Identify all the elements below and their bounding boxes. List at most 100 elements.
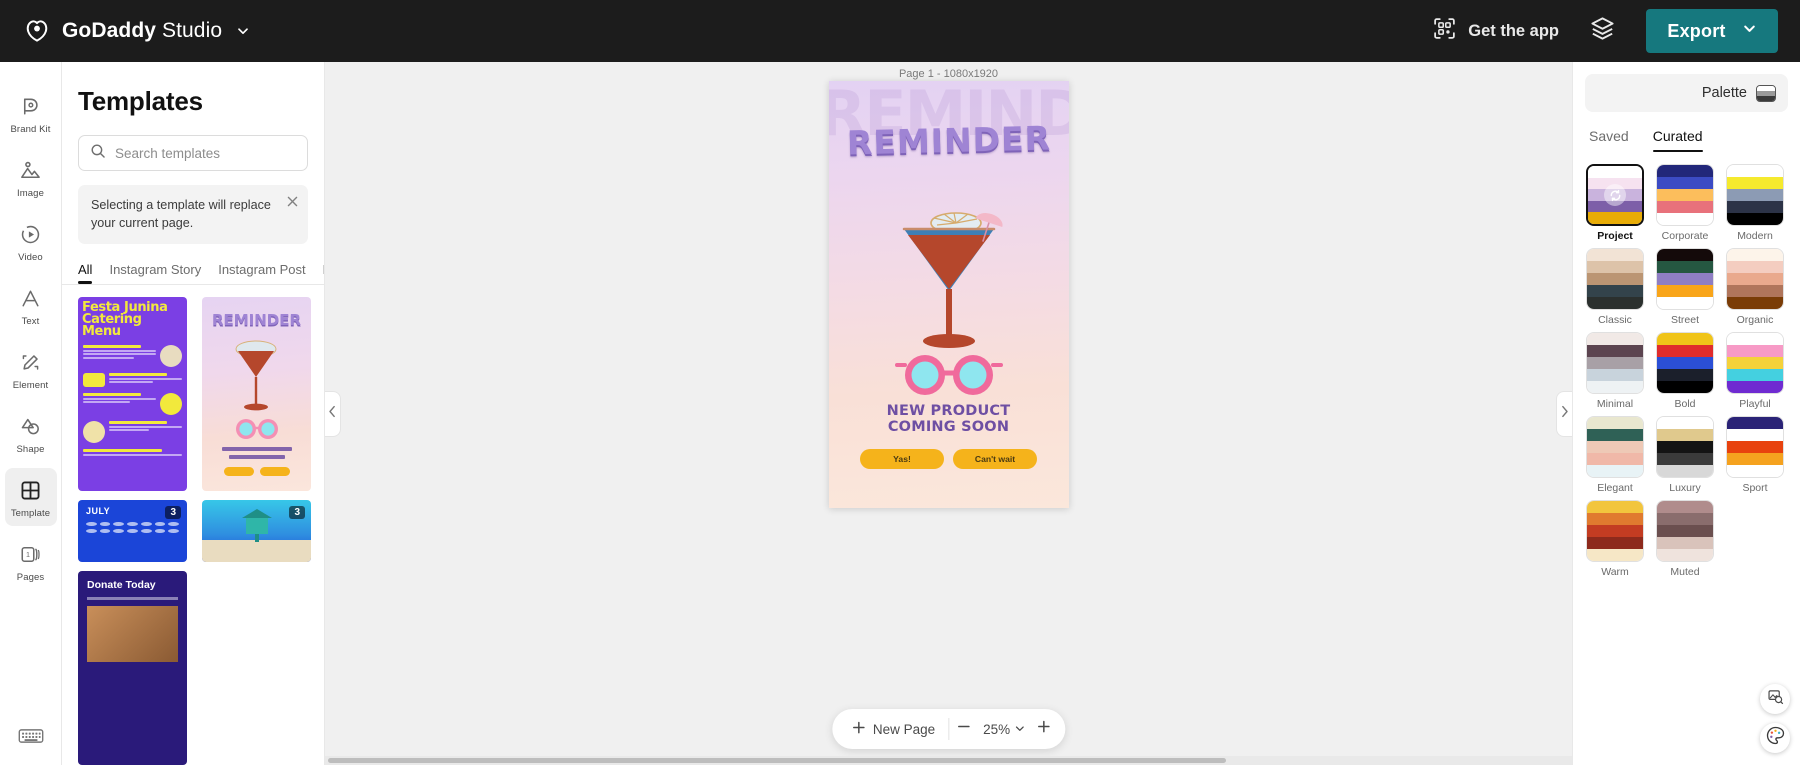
left-rail: Brand Kit Image Video Text Element Shape… <box>0 62 62 765</box>
sidebar-item-brand-kit[interactable]: Brand Kit <box>5 84 57 142</box>
plus-icon <box>1037 719 1052 739</box>
palette-item-playful[interactable]: Playful <box>1725 332 1785 410</box>
palette-item-bold[interactable]: Bold <box>1655 332 1715 410</box>
palette-name: Modern <box>1737 230 1773 242</box>
palette-item-muted[interactable]: Muted <box>1655 500 1715 578</box>
svg-text:1: 1 <box>26 551 30 559</box>
collapse-left-panel-button[interactable] <box>325 390 341 437</box>
shape-icon <box>18 413 44 439</box>
thumb-title: Donate Today <box>87 578 156 591</box>
get-the-app-button[interactable]: Get the app <box>1432 16 1559 46</box>
artboard-title[interactable]: REMINDER <box>829 118 1069 163</box>
palette-item-organic[interactable]: Organic <box>1725 248 1785 326</box>
export-button[interactable]: Export <box>1646 9 1778 53</box>
page-title: Templates <box>78 86 203 116</box>
tab-curated[interactable]: Curated <box>1652 128 1703 152</box>
palette-swatch <box>1586 164 1644 226</box>
thumb-artwork <box>222 340 292 476</box>
thumb-rule <box>87 596 178 600</box>
top-bar: GoDaddy Studio Get the app Export <box>0 0 1800 62</box>
close-icon[interactable] <box>286 195 299 213</box>
sidebar-item-text[interactable]: Text <box>5 276 57 334</box>
brand-menu[interactable]: GoDaddy Studio <box>22 16 250 46</box>
sunglasses-illustration[interactable] <box>893 353 1005 399</box>
sidebar-label: Element <box>12 380 49 391</box>
sidebar-item-video[interactable]: Video <box>5 212 57 270</box>
cta-primary-button[interactable]: Yas! <box>860 449 944 469</box>
sidebar-item-element[interactable]: Element <box>5 340 57 398</box>
canvas-bottom-toolbar: New Page 25% <box>831 709 1066 749</box>
brand-bold: GoDaddy <box>62 19 157 42</box>
sidebar-item-pages[interactable]: 1 Pages <box>5 532 57 590</box>
new-page-button[interactable]: New Page <box>838 709 948 749</box>
keyboard-shortcuts-button[interactable] <box>18 726 44 751</box>
palette-item-project[interactable]: Project <box>1585 164 1645 242</box>
export-label: Export <box>1667 20 1726 41</box>
palette-name: Elegant <box>1597 482 1633 494</box>
zoom-level-dropdown[interactable]: 25% <box>979 722 1029 737</box>
search-box[interactable] <box>78 135 308 171</box>
scrollbar-thumb[interactable] <box>328 758 1226 763</box>
text-icon <box>18 285 44 311</box>
chevron-left-icon <box>328 405 337 423</box>
artboard[interactable]: REMINDER REMINDER <box>828 81 1069 508</box>
palette-name: Playful <box>1739 398 1771 410</box>
template-thumb-donate-today[interactable]: Donate Today <box>78 570 187 765</box>
palette-item-elegant[interactable]: Elegant <box>1585 416 1645 494</box>
palette-header-button[interactable]: Palette <box>1585 74 1788 112</box>
floating-action-cluster <box>1760 684 1790 753</box>
chevron-right-icon <box>1560 405 1569 423</box>
palette-swatch <box>1586 248 1644 310</box>
sidebar-item-shape[interactable]: Shape <box>5 404 57 462</box>
palette-item-warm[interactable]: Warm <box>1585 500 1645 578</box>
palette-swatch <box>1726 416 1784 478</box>
cta-secondary-button[interactable]: Can't wait <box>953 449 1037 469</box>
palette-name: Warm <box>1601 566 1629 578</box>
sidebar-label: Shape <box>16 444 45 455</box>
horizontal-scrollbar[interactable] <box>325 756 1572 765</box>
palette-swatch <box>1586 500 1644 562</box>
collapse-right-panel-button[interactable] <box>1556 390 1572 437</box>
tab-logo[interactable]: Logo <box>323 262 324 284</box>
image-search-fab[interactable] <box>1760 684 1790 714</box>
palette-item-luxury[interactable]: Luxury <box>1655 416 1715 494</box>
sidebar-item-image[interactable]: Image <box>5 148 57 206</box>
palette-name: Corporate <box>1661 230 1709 242</box>
palette-swatch <box>1656 500 1714 562</box>
layers-button[interactable] <box>1585 11 1620 51</box>
refresh-icon[interactable] <box>1604 184 1626 206</box>
palette-swatch <box>1726 164 1784 226</box>
tab-saved[interactable]: Saved <box>1589 128 1629 152</box>
get-the-app-label: Get the app <box>1468 21 1559 40</box>
zoom-out-button[interactable] <box>949 714 979 744</box>
palette-item-minimal[interactable]: Minimal <box>1585 332 1645 410</box>
palette-item-classic[interactable]: Classic <box>1585 248 1645 326</box>
sidebar-label: Image <box>17 188 44 199</box>
palette-item-corporate[interactable]: Corporate <box>1655 164 1715 242</box>
palette-swatch <box>1586 332 1644 394</box>
tab-instagram-post[interactable]: Instagram Post <box>218 262 305 284</box>
app-body: Brand Kit Image Video Text Element Shape… <box>0 62 1800 765</box>
zoom-in-button[interactable] <box>1029 714 1059 744</box>
palette-swatch <box>1726 248 1784 310</box>
search-input[interactable] <box>115 145 296 161</box>
color-wheel-icon <box>1766 726 1785 750</box>
tab-instagram-story[interactable]: Instagram Story <box>109 262 201 284</box>
template-thumb-festa-junina[interactable]: Festa Junina Catering Menu <box>78 296 187 491</box>
qr-code-icon <box>1432 16 1457 46</box>
template-thumb-july-calendar[interactable]: 3 JULY <box>78 499 187 562</box>
template-thumb-july-beach[interactable]: 3 JULY <box>202 499 311 562</box>
color-wheel-fab[interactable] <box>1760 723 1790 753</box>
canvas-area[interactable]: Page 1 - 1080x1920 REMINDER REMINDER <box>325 62 1572 765</box>
search-icon <box>90 143 106 164</box>
palette-item-street[interactable]: Street <box>1655 248 1715 326</box>
palette-item-sport[interactable]: Sport <box>1725 416 1785 494</box>
artboard-headline[interactable]: NEW PRODUCT COMING SOON <box>829 403 1069 435</box>
chevron-down-icon <box>1742 21 1757 41</box>
palette-name: Street <box>1670 314 1699 326</box>
tab-all[interactable]: All <box>78 262 93 284</box>
thumb-content <box>78 339 187 464</box>
sidebar-item-template[interactable]: Template <box>4 468 57 526</box>
palette-item-modern[interactable]: Modern <box>1725 164 1785 242</box>
template-thumb-reminder[interactable]: REMINDER <box>202 296 311 491</box>
